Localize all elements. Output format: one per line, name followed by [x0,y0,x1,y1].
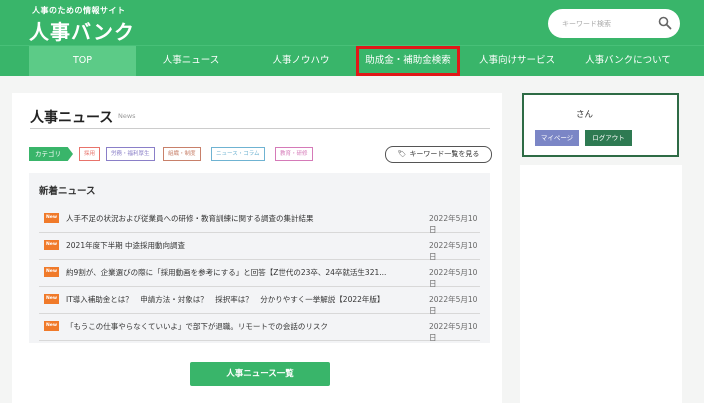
latest-news-heading: 新着ニュース [39,186,96,197]
mypage-button[interactable]: マイページ [535,130,579,146]
new-badge: New [44,294,59,304]
news-date: 2022年5月10日 [429,214,478,234]
news-item[interactable]: New 2021年度下半期 中途採用動向調査 2022年5月10日 [39,233,480,261]
news-title[interactable]: 2021年度下半期 中途採用動向調査 [66,240,396,251]
news-date: 2022年5月10日 [429,322,478,342]
section-title: 人事ニュース [30,110,114,126]
news-item[interactable]: New 人手不足の状況および従業員への研修・教育訓練に関する調査の集計結果 20… [39,206,480,234]
new-badge: New [44,240,59,250]
news-item[interactable]: New 「もうこの仕事やらなくていいよ」で部下が退職。リモートでの会話のリスク … [39,314,480,342]
site-tagline: 人事のための情報サイト [32,6,126,15]
nav-about[interactable]: 人事バンクについて [572,46,684,76]
search-icon[interactable] [658,16,672,30]
tag-news-column[interactable]: ニュース・コラム [211,147,265,161]
news-date: 2022年5月10日 [429,241,478,261]
section-subtitle: News [118,112,136,120]
search-box [548,9,680,38]
tag-labor-welfare[interactable]: 労務・福利厚生 [106,147,155,161]
new-badge: New [44,213,59,223]
news-title[interactable]: 約9割が、企業選びの際に「採用動画を参考にする」と回答【Z世代の23卒、24卒就… [66,267,396,278]
category-label: カテゴリ [29,147,73,161]
news-title[interactable]: 「もうこの仕事やらなくていいよ」で部下が退職。リモートでの会話のリスク [66,321,396,332]
news-section: 人事ニュース News カテゴリ 採用 労務・福利厚生 組織・制度 ニュース・コ… [12,93,502,403]
latest-news-box: 新着ニュース New 人手不足の状況および従業員への研修・教育訓練に関する調査の… [29,173,490,343]
logout-button[interactable]: ログアウト [585,130,632,146]
user-panel: さん マイページ ログアウト [522,93,679,157]
main-nav: TOP 人事ニュース 人事ノウハウ 助成金・補助金検索 人事向けサービス 人事バ… [0,45,704,76]
tag-education[interactable]: 教育・研修 [275,147,313,161]
news-title[interactable]: IT導入補助金とは？ 申請方法・対象は？ 採択率は？ 分かりやすく一挙解説【20… [66,294,396,305]
new-badge: New [44,267,59,277]
search-input[interactable] [562,9,652,38]
news-date: 2022年5月10日 [429,295,478,315]
keyword-list-label: キーワード一覧を見る [409,150,480,158]
news-item[interactable]: New 約9割が、企業選びの際に「採用動画を参考にする」と回答【Z世代の23卒、… [39,260,480,288]
section-divider [30,128,490,129]
news-list: New 人手不足の状況および従業員への研修・教育訓練に関する調査の集計結果 20… [39,206,480,342]
tag-recruiting[interactable]: 採用 [79,147,101,161]
user-greeting: さん [576,110,594,120]
news-date: 2022年5月10日 [429,268,478,288]
nav-hr-news[interactable]: 人事ニュース [136,46,246,76]
nav-hr-knowhow[interactable]: 人事ノウハウ [246,46,356,76]
nav-subsidy-search[interactable]: 助成金・補助金検索 [356,46,460,76]
news-title[interactable]: 人手不足の状況および従業員への研修・教育訓練に関する調査の集計結果 [66,213,396,224]
tag-icon: 🏷 [397,150,407,158]
keyword-list-button[interactable]: 🏷 キーワード一覧を見る [385,146,492,163]
site-logo[interactable]: 人事バンク [29,16,135,45]
news-list-button[interactable]: 人事ニュース一覧 [190,362,330,386]
nav-top[interactable]: TOP [29,46,136,76]
new-badge: New [44,321,59,331]
tag-organization[interactable]: 組織・制度 [163,147,201,161]
nav-hr-services[interactable]: 人事向けサービス [462,46,572,76]
sidebar-panel [520,165,682,403]
site-header: 人事のための情報サイト 人事バンク [0,0,704,45]
news-item[interactable]: New IT導入補助金とは？ 申請方法・対象は？ 採択率は？ 分かりやすく一挙解… [39,287,480,315]
